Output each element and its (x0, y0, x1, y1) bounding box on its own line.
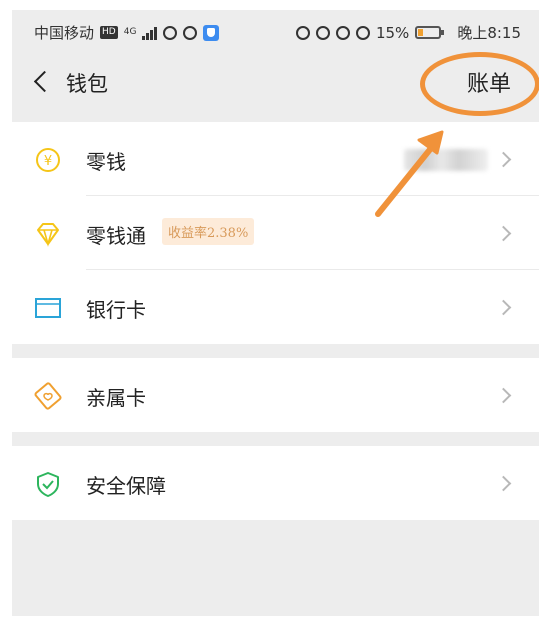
annotation-arrow (375, 130, 444, 217)
phone-screen: 中国移动 HD 4G 15% 晚上8:15 钱包 账单 ¥ 零钱 零钱通 收益率… (12, 10, 539, 616)
